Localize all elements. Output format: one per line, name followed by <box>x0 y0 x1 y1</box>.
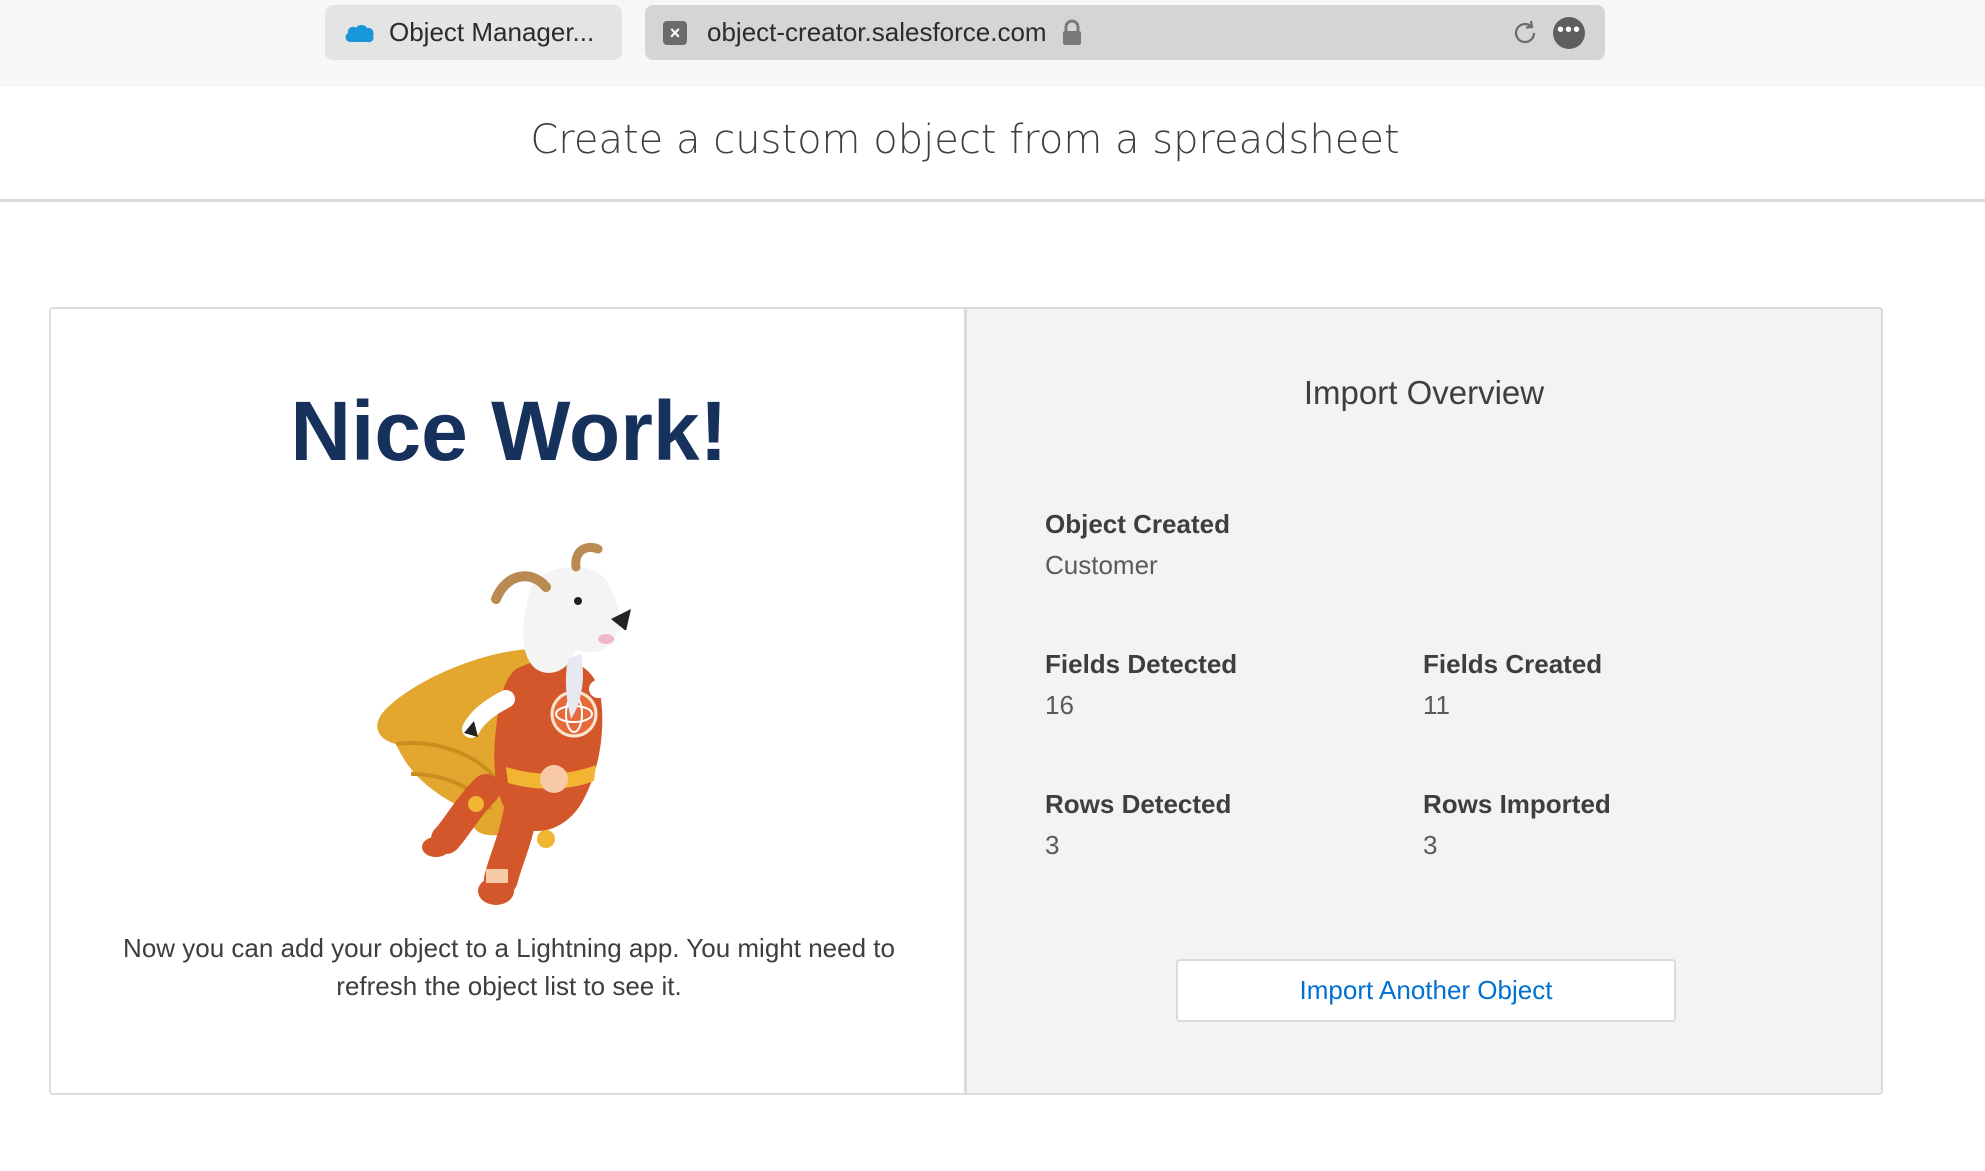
browser-toolbar: Object Manager... × object-creator.sales… <box>0 0 1985 87</box>
browser-tab[interactable]: Object Manager... <box>325 5 622 60</box>
address-bar[interactable]: × object-creator.salesforce.com ••• <box>645 5 1605 60</box>
import-result-card: Nice Work! Now you can add your object t… <box>49 307 1883 1095</box>
stat-label: Rows Imported <box>1423 789 1611 819</box>
success-message: Now you can add your object to a Lightni… <box>123 933 895 1001</box>
page-title: Create a custom object from a spreadshee… <box>530 117 1400 163</box>
salesforce-cloud-icon <box>345 24 374 42</box>
stat-value: 3 <box>1423 830 1438 860</box>
stat-value: Customer <box>1045 550 1158 580</box>
more-icon[interactable]: ••• <box>1553 17 1585 49</box>
overview-title: Import Overview <box>1303 374 1545 411</box>
page-header: Create a custom object from a spreadshee… <box>0 87 1985 202</box>
stat-value: 16 <box>1045 690 1074 720</box>
stat-fields-created: Fields Created 11 <box>1423 649 1602 721</box>
success-heading: Nice Work! <box>290 384 728 478</box>
goat-superhero-mascot <box>377 542 634 905</box>
site-close-icon: × <box>663 20 687 45</box>
stat-label: Fields Created <box>1423 649 1603 679</box>
reload-icon[interactable] <box>1511 19 1539 47</box>
stat-object-created: Object Created Customer <box>1045 509 1230 581</box>
stat-label: Rows Detected <box>1045 789 1232 819</box>
stat-rows-imported: Rows Imported 3 <box>1423 789 1611 861</box>
url-text: object-creator.salesforce.com <box>707 17 1047 47</box>
success-panel: Nice Work! Now you can add your object t… <box>51 309 967 1093</box>
stat-label: Object Created <box>1045 509 1230 539</box>
stat-value: 3 <box>1045 830 1060 860</box>
import-overview-panel: Import Overview Object Created Customer … <box>967 309 1881 1093</box>
tab-title: Object Manager... <box>389 17 595 47</box>
stat-value: 11 <box>1423 690 1450 720</box>
import-another-object-button[interactable]: Import Another Object <box>1176 959 1676 1022</box>
stat-rows-detected: Rows Detected 3 <box>1045 789 1231 861</box>
lock-icon <box>1062 19 1081 45</box>
stat-label: Fields Detected <box>1045 649 1238 679</box>
stat-fields-detected: Fields Detected 16 <box>1045 649 1237 721</box>
